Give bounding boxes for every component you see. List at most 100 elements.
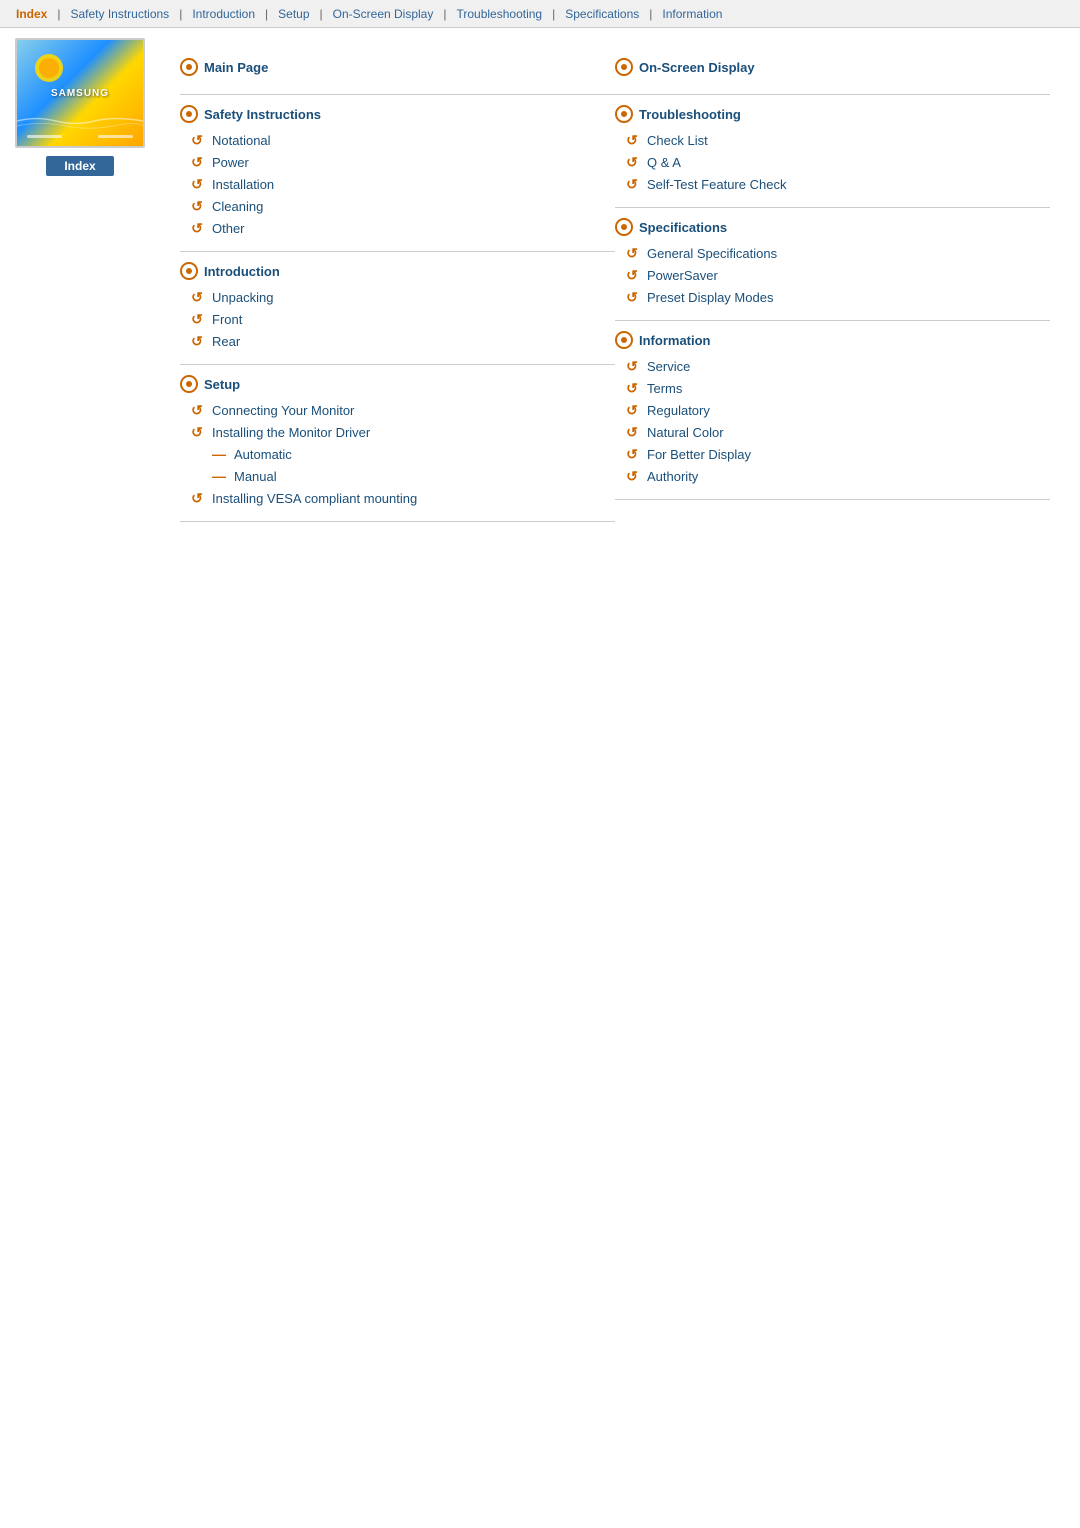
link-safety[interactable]: Safety Instructions xyxy=(204,107,321,122)
link-better-display[interactable]: For Better Display xyxy=(647,447,751,462)
arrow-icon-rear: ↺ xyxy=(188,332,206,350)
link-introduction[interactable]: Introduction xyxy=(204,264,280,279)
nav-sep-6: | xyxy=(550,7,557,21)
sub-other: ↺ Other xyxy=(188,219,615,237)
link-power[interactable]: Power xyxy=(212,155,249,170)
nav-sep-3: | xyxy=(263,7,270,21)
sub-powersaver: ↺ PowerSaver xyxy=(623,266,1050,284)
link-preset-modes[interactable]: Preset Display Modes xyxy=(647,290,773,305)
nav-index[interactable]: Index xyxy=(8,5,55,23)
arrow-icon-qa: ↺ xyxy=(623,153,641,171)
sub-notational: ↺ Notational xyxy=(188,131,615,149)
sub-installing-driver: ↺ Installing the Monitor Driver xyxy=(188,423,615,441)
sub-regulatory: ↺ Regulatory xyxy=(623,401,1050,419)
section-safety: Safety Instructions ↺ Notational ↺ Power… xyxy=(180,95,615,252)
sub-manual: — Manual xyxy=(210,467,615,485)
nav-introduction[interactable]: Introduction xyxy=(184,5,263,23)
nav-onscreen[interactable]: On-Screen Display xyxy=(325,5,442,23)
link-authority[interactable]: Authority xyxy=(647,469,698,484)
nav-troubleshooting[interactable]: Troubleshooting xyxy=(448,5,550,23)
link-setup[interactable]: Setup xyxy=(204,377,240,392)
nav-sep-7: | xyxy=(647,7,654,21)
section-title-row-info: Information xyxy=(615,331,1050,349)
link-manual[interactable]: Manual xyxy=(234,469,277,484)
link-connecting[interactable]: Connecting Your Monitor xyxy=(212,403,354,418)
arrow-icon-general-specs: ↺ xyxy=(623,244,641,262)
sub-authority: ↺ Authority xyxy=(623,467,1050,485)
circle-icon-setup xyxy=(180,375,198,393)
link-installation[interactable]: Installation xyxy=(212,177,274,192)
sub-connecting: ↺ Connecting Your Monitor xyxy=(188,401,615,419)
arrow-icon-natural-color: ↺ xyxy=(623,423,641,441)
link-general-specs[interactable]: General Specifications xyxy=(647,246,777,261)
sub-natural-color: ↺ Natural Color xyxy=(623,423,1050,441)
link-information[interactable]: Information xyxy=(639,333,711,348)
nav-information[interactable]: Information xyxy=(654,5,730,23)
link-main-page[interactable]: Main Page xyxy=(204,60,268,75)
arrow-icon-installation: ↺ xyxy=(188,175,206,193)
link-front[interactable]: Front xyxy=(212,312,242,327)
link-rear[interactable]: Rear xyxy=(212,334,240,349)
arrow-icon-powersaver: ↺ xyxy=(623,266,641,284)
section-information: Information ↺ Service ↺ Terms ↺ Regulato… xyxy=(615,321,1050,500)
sub-better-display: ↺ For Better Display xyxy=(623,445,1050,463)
main-content: Main Page Safety Instructions ↺ Notation… xyxy=(160,28,1080,552)
link-specifications[interactable]: Specifications xyxy=(639,220,727,235)
link-automatic[interactable]: Automatic xyxy=(234,447,292,462)
link-osd[interactable]: On-Screen Display xyxy=(639,60,755,75)
sidebar-line-right xyxy=(98,135,133,138)
link-regulatory[interactable]: Regulatory xyxy=(647,403,710,418)
sub-service: ↺ Service xyxy=(623,357,1050,375)
arrow-icon-terms: ↺ xyxy=(623,379,641,397)
dash-icon-automatic: — xyxy=(210,445,228,463)
content-grid: Main Page Safety Instructions ↺ Notation… xyxy=(180,48,1050,522)
section-title-row-troubleshooting: Troubleshooting xyxy=(615,105,1050,123)
section-title-row-intro: Introduction xyxy=(180,262,615,280)
nav-sep-1: | xyxy=(55,7,62,21)
sidebar-line-left xyxy=(27,135,62,138)
nav-setup[interactable]: Setup xyxy=(270,5,317,23)
nav-safety[interactable]: Safety Instructions xyxy=(62,5,177,23)
link-notational[interactable]: Notational xyxy=(212,133,271,148)
link-troubleshooting[interactable]: Troubleshooting xyxy=(639,107,741,122)
sub-cleaning: ↺ Cleaning xyxy=(188,197,615,215)
link-service[interactable]: Service xyxy=(647,359,690,374)
link-natural-color[interactable]: Natural Color xyxy=(647,425,724,440)
nav-specifications[interactable]: Specifications xyxy=(557,5,647,23)
circle-icon-troubleshooting xyxy=(615,105,633,123)
link-powersaver[interactable]: PowerSaver xyxy=(647,268,718,283)
arrow-icon-power: ↺ xyxy=(188,153,206,171)
link-qa[interactable]: Q & A xyxy=(647,155,681,170)
link-selftest[interactable]: Self-Test Feature Check xyxy=(647,177,786,192)
link-cleaning[interactable]: Cleaning xyxy=(212,199,263,214)
sub-power: ↺ Power xyxy=(188,153,615,171)
link-terms[interactable]: Terms xyxy=(647,381,682,396)
sub-checklist: ↺ Check List xyxy=(623,131,1050,149)
navigation-bar: Index | Safety Instructions | Introducti… xyxy=(0,0,1080,28)
link-other[interactable]: Other xyxy=(212,221,245,236)
arrow-icon-authority: ↺ xyxy=(623,467,641,485)
arrow-icon-cleaning: ↺ xyxy=(188,197,206,215)
arrow-icon-regulatory: ↺ xyxy=(623,401,641,419)
section-osd: On-Screen Display xyxy=(615,48,1050,95)
arrow-icon-other: ↺ xyxy=(188,219,206,237)
link-unpacking[interactable]: Unpacking xyxy=(212,290,273,305)
section-title-row-main-page: Main Page xyxy=(180,58,615,76)
sub-unpacking: ↺ Unpacking xyxy=(188,288,615,306)
circle-icon-intro xyxy=(180,262,198,280)
arrow-icon-better-display: ↺ xyxy=(623,445,641,463)
link-checklist[interactable]: Check List xyxy=(647,133,708,148)
sidebar-image-bottom xyxy=(17,135,143,138)
samsung-logo-text: SAMSUNG xyxy=(51,88,109,99)
sub-selftest: ↺ Self-Test Feature Check xyxy=(623,175,1050,193)
link-installing-driver[interactable]: Installing the Monitor Driver xyxy=(212,425,370,440)
right-column: On-Screen Display Troubleshooting ↺ Chec… xyxy=(615,48,1050,522)
sidebar-label: Index xyxy=(46,156,113,176)
left-column: Main Page Safety Instructions ↺ Notation… xyxy=(180,48,615,522)
main-layout: SAMSUNG Index Main Page xyxy=(0,28,1080,552)
section-specifications: Specifications ↺ General Specifications … xyxy=(615,208,1050,321)
link-vesa[interactable]: Installing VESA compliant mounting xyxy=(212,491,417,506)
arrow-icon-connecting: ↺ xyxy=(188,401,206,419)
arrow-icon-notational: ↺ xyxy=(188,131,206,149)
circle-icon-main-page xyxy=(180,58,198,76)
